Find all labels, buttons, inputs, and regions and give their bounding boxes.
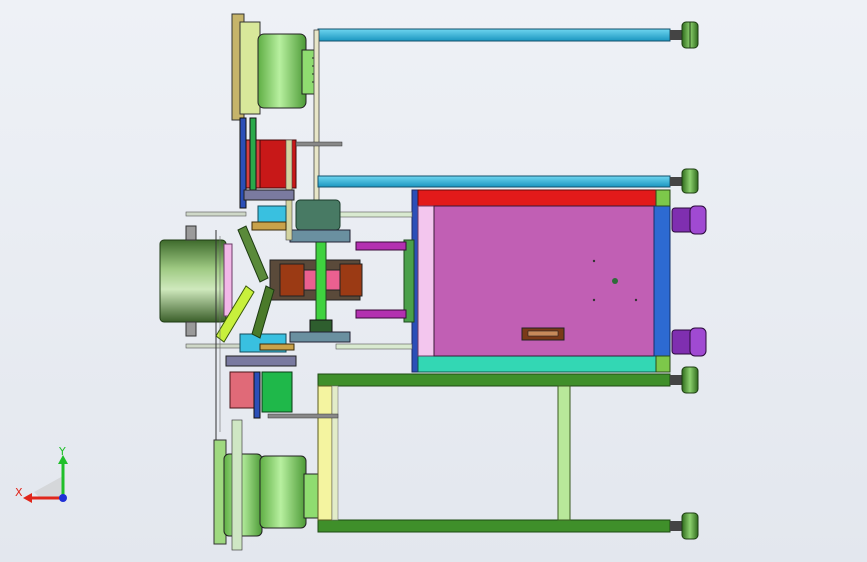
cad-viewport[interactable]: Y X: [0, 0, 867, 562]
x-axis-label: X: [15, 486, 23, 499]
lower-frame[interactable]: [317, 366, 699, 540]
vertical-rod: [313, 29, 320, 201]
right-clamps[interactable]: [671, 205, 707, 357]
cad-model-drawing[interactable]: Y X: [0, 0, 867, 562]
upper-motor-assembly[interactable]: [231, 13, 318, 121]
main-frame[interactable]: [411, 189, 671, 373]
y-axis-label: Y: [58, 445, 66, 458]
middle-cyan-rail[interactable]: [317, 168, 699, 194]
top-cyan-rail[interactable]: [317, 21, 699, 49]
axis-triad-icon: Y X: [15, 445, 68, 503]
lower-motor-assembly[interactable]: [213, 419, 319, 551]
